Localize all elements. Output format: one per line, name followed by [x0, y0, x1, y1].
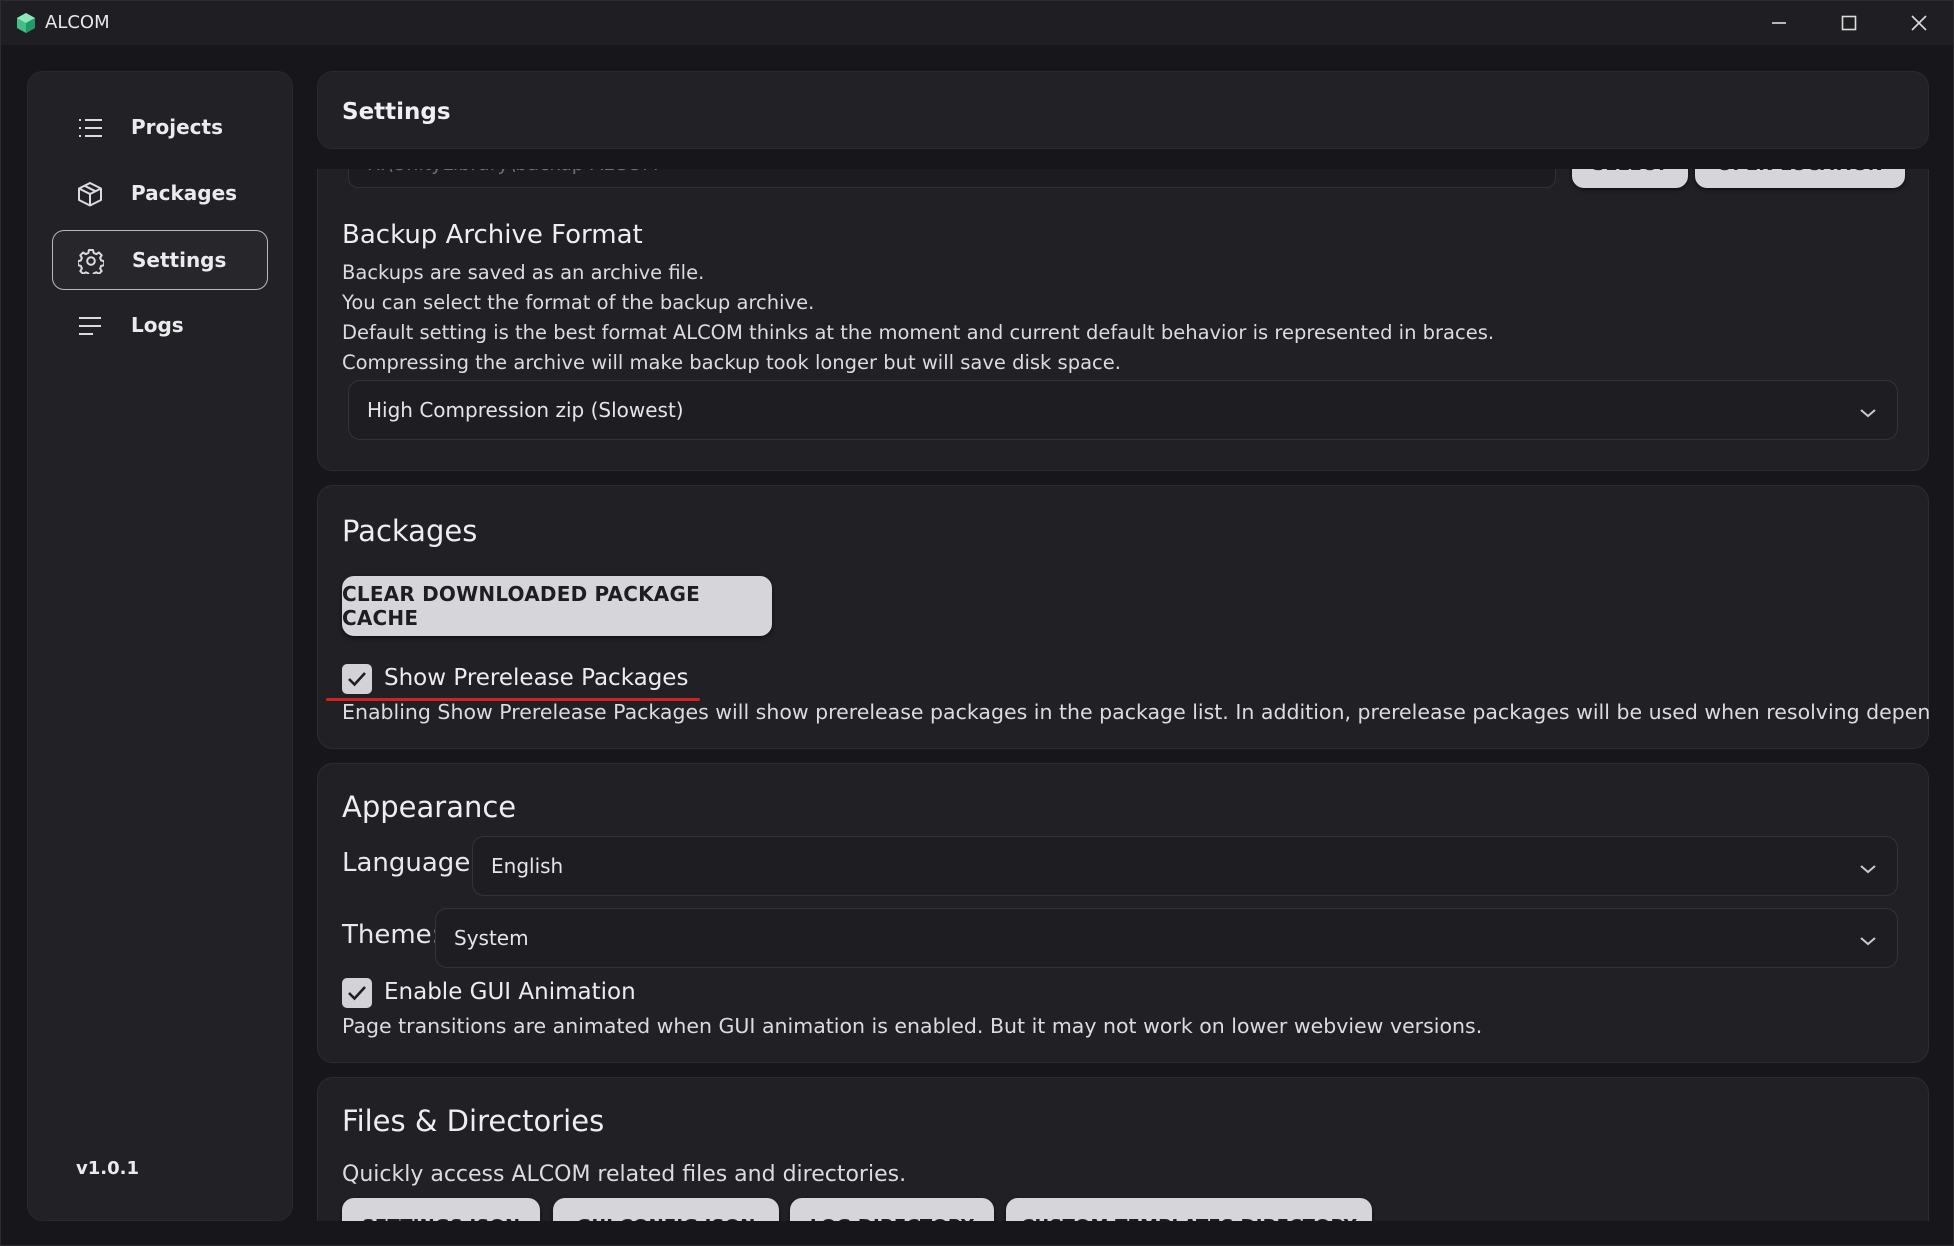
maximize-icon: [1841, 15, 1857, 31]
backup-format-description: You can select the format of the backup …: [342, 291, 815, 314]
chevron-down-icon: [1859, 860, 1877, 874]
sidebar-item-label: Logs: [131, 313, 184, 337]
sidebar: Projects Packages Settings Logs v1.0.1: [27, 71, 293, 1221]
chevron-down-icon: [1859, 404, 1877, 418]
backup-card: R:\UnityLibrary\backup-ALCOM SELECT OPEN…: [317, 169, 1929, 471]
custom-templates-directory-button[interactable]: CUSTOM TEMPLATES DIRECTORY: [1006, 1198, 1372, 1221]
minimize-button[interactable]: [1744, 1, 1814, 45]
files-directories-description: Quickly access ALCOM related files and d…: [342, 1162, 907, 1187]
settings-json-button[interactable]: SETTINGS JSON: [342, 1198, 540, 1221]
gui-animation-description: Page transitions are animated when GUI a…: [342, 1014, 1483, 1038]
theme-value: System: [454, 926, 529, 950]
lines-icon: [77, 313, 103, 339]
settings-scroll-area[interactable]: R:\UnityLibrary\backup-ALCOM SELECT OPEN…: [317, 169, 1929, 1221]
language-select[interactable]: English: [472, 836, 1898, 896]
gui-config-json-button[interactable]: GUI CONFIG JSON: [553, 1198, 779, 1221]
sidebar-item-settings[interactable]: Settings: [52, 230, 268, 290]
sidebar-item-logs[interactable]: Logs: [52, 296, 268, 356]
appearance-card: Appearance Language: English Theme: Syst…: [317, 763, 1929, 1063]
sidebar-item-packages[interactable]: Packages: [52, 164, 268, 224]
files-directories-card: Files & Directories Quickly access ALCOM…: [317, 1077, 1929, 1221]
log-directory-button[interactable]: LOG DIRECTORY: [790, 1198, 994, 1221]
language-value: English: [491, 854, 564, 878]
maximize-button[interactable]: [1814, 1, 1884, 45]
files-directories-title: Files & Directories: [342, 1104, 605, 1138]
appearance-title: Appearance: [342, 790, 517, 824]
window-title: ALCOM: [45, 12, 110, 33]
show-prerelease-description: Enabling Show Prerelease Packages will s…: [342, 700, 1929, 724]
backup-format-title: Backup Archive Format: [342, 220, 643, 250]
packages-title: Packages: [342, 514, 478, 548]
gui-animation-checkbox[interactable]: [342, 978, 372, 1008]
sidebar-item-label: Settings: [132, 248, 227, 272]
packages-card: Packages CLEAR DOWNLOADED PACKAGE CACHE …: [317, 485, 1929, 749]
gear-icon: [76, 248, 106, 278]
select-button[interactable]: SELECT: [1572, 169, 1688, 188]
list-icon: [77, 115, 103, 141]
page-header: Settings: [317, 71, 1929, 149]
version-label: v1.0.1: [76, 1158, 139, 1179]
sidebar-item-label: Projects: [131, 115, 224, 139]
package-icon: [77, 181, 103, 207]
theme-label: Theme:: [342, 920, 441, 950]
chevron-down-icon: [1859, 932, 1877, 946]
backup-format-value: High Compression zip (Slowest): [367, 398, 684, 422]
close-icon: [1911, 15, 1927, 31]
checkmark-icon: [348, 986, 366, 1001]
page-title: Settings: [342, 99, 451, 125]
title-bar: ALCOM: [1, 1, 1953, 45]
sidebar-item-projects[interactable]: Projects: [52, 98, 268, 158]
backup-format-description: Backups are saved as an archive file.: [342, 261, 705, 284]
backup-format-select[interactable]: High Compression zip (Slowest): [348, 380, 1898, 440]
backup-path-input[interactable]: R:\UnityLibrary\backup-ALCOM: [348, 169, 1556, 188]
language-label: Language:: [342, 848, 480, 878]
clear-package-cache-button[interactable]: CLEAR DOWNLOADED PACKAGE CACHE: [342, 576, 772, 636]
gui-animation-label: Enable GUI Animation: [384, 979, 636, 1005]
theme-select[interactable]: System: [435, 908, 1898, 968]
checkmark-icon: [348, 672, 366, 687]
backup-format-description: Compressing the archive will make backup…: [342, 351, 1121, 374]
backup-format-description: Default setting is the best format ALCOM…: [342, 321, 1495, 344]
close-button[interactable]: [1884, 1, 1953, 45]
minimize-icon: [1772, 22, 1786, 24]
show-prerelease-checkbox[interactable]: [342, 664, 372, 694]
app-window: ALCOM Projects Packages Settings Logs v1…: [0, 0, 1954, 1246]
alcom-logo-icon: [15, 12, 37, 34]
sidebar-item-label: Packages: [131, 181, 238, 205]
show-prerelease-label: Show Prerelease Packages: [384, 665, 689, 691]
open-location-button[interactable]: OPEN LOCATION: [1695, 169, 1905, 188]
